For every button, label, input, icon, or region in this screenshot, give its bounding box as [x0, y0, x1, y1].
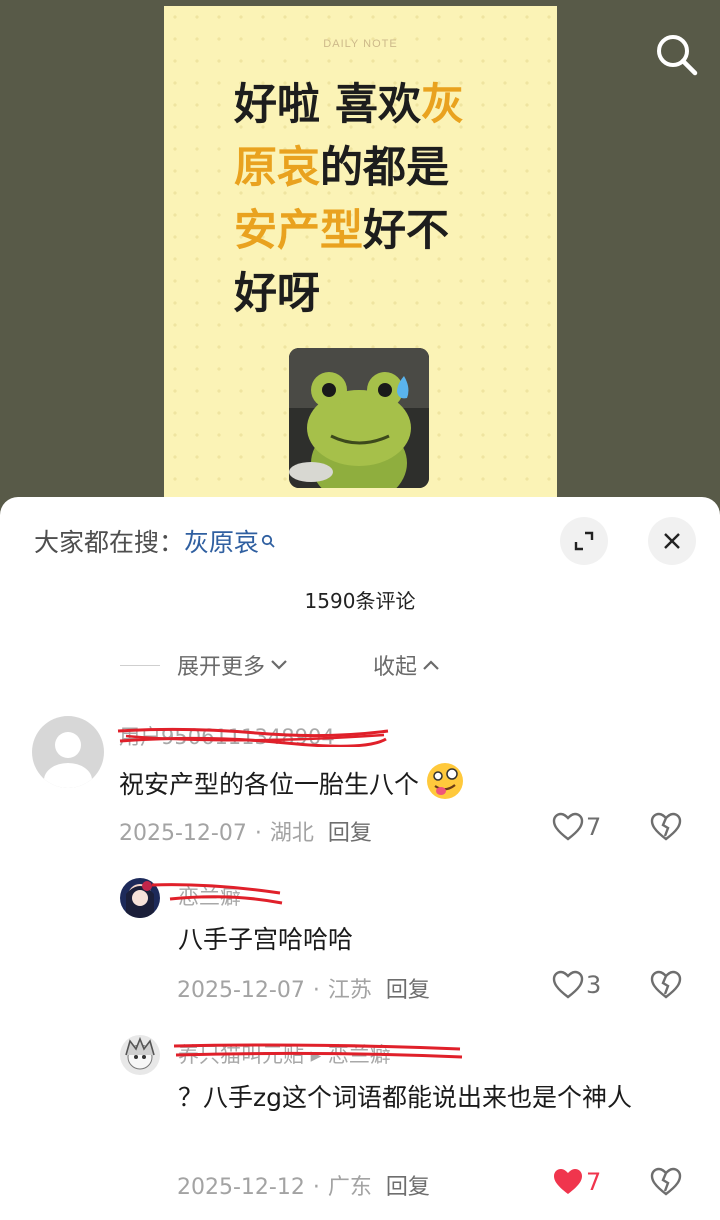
avatar[interactable] — [120, 1035, 160, 1075]
trending-search-row: 大家都在搜：灰原哀 — [34, 523, 275, 559]
tongue-emoji-icon — [423, 761, 467, 811]
close-button[interactable] — [648, 517, 696, 565]
like-button[interactable]: 7 — [552, 1167, 601, 1197]
like-count: 7 — [586, 813, 602, 841]
comment-text: 祝安产型的各位一胎生八个 — [119, 761, 659, 811]
reply-button[interactable]: 回复 — [328, 821, 372, 846]
redaction-scribble — [173, 1043, 463, 1059]
reply-button[interactable]: 回复 — [386, 978, 430, 1003]
comment-location: 湖北 — [269, 821, 314, 846]
divider-line — [120, 665, 160, 666]
comment-meta: 2025-12-07 · 江苏 回复 — [177, 978, 430, 1003]
comment-date: 2025-12-07 — [177, 978, 305, 1003]
comment-meta: 2025-12-12 · 广东 回复 — [177, 1175, 430, 1200]
avatar[interactable] — [32, 716, 104, 788]
trending-search-term-link[interactable]: 灰原哀 — [184, 528, 259, 557]
heart-icon — [552, 812, 584, 841]
like-count: 3 — [586, 971, 602, 999]
heart-icon — [552, 970, 584, 999]
chevron-up-icon — [423, 660, 439, 670]
comment-date: 2025-12-07 — [119, 821, 247, 846]
headline-line: 好啦 喜欢灰 — [234, 80, 464, 130]
like-button[interactable]: 3 — [552, 970, 601, 1000]
headline-line: 好呀 — [234, 269, 320, 319]
dislike-button[interactable] — [650, 970, 682, 1004]
broken-heart-icon — [650, 1167, 682, 1196]
collapse-button[interactable]: 收起 — [373, 649, 441, 681]
comment-text: ？八手zg这个词语都能说出来也是个神人 — [178, 1083, 632, 1112]
close-icon — [664, 533, 680, 549]
broken-heart-icon — [650, 812, 682, 841]
dislike-button[interactable] — [650, 812, 682, 846]
post-image-card[interactable]: DAILY NOTE 好啦 喜欢灰 原哀的都是 安产型好不 好呀 — [164, 6, 557, 506]
like-count: 7 — [586, 1168, 602, 1196]
frog-sticker-image — [289, 348, 429, 488]
search-icon — [261, 525, 275, 554]
dislike-button[interactable] — [650, 1167, 682, 1201]
expand-more-button[interactable]: 展开更多 — [177, 649, 289, 681]
comment-text: 八手子宫哈哈哈 — [178, 925, 354, 954]
headline-line: 安产型好不 — [234, 206, 449, 256]
daily-note-label: DAILY NOTE — [323, 38, 398, 50]
comment-location: 江苏 — [327, 978, 372, 1003]
expand-icon — [574, 531, 594, 551]
trending-search-prefix: 大家都在搜： — [34, 528, 185, 557]
comment-sheet: 大家都在搜：灰原哀 1590条评论 展开更多 收起 用户950611134890… — [0, 497, 720, 1220]
comment-meta: 2025-12-07 · 湖北 回复 — [119, 821, 372, 846]
broken-heart-icon — [650, 970, 682, 999]
fullscreen-button[interactable] — [560, 517, 608, 565]
like-button[interactable]: 7 — [552, 812, 601, 842]
comment-date: 2025-12-12 — [177, 1175, 305, 1200]
reply-button[interactable]: 回复 — [386, 1175, 430, 1200]
redaction-scribble — [117, 727, 389, 747]
search-icon — [657, 35, 698, 76]
chevron-down-icon — [271, 660, 287, 670]
comment-count: 1590条评论 — [304, 589, 416, 613]
post-headline: 好啦 喜欢灰 原哀的都是 安产型好不 好呀 — [234, 74, 534, 326]
comment-location: 广东 — [327, 1175, 372, 1200]
heart-filled-icon — [554, 1169, 582, 1194]
redaction-scribble — [151, 883, 283, 905]
search-button[interactable] — [652, 30, 700, 78]
headline-line: 原哀的都是 — [234, 143, 449, 193]
